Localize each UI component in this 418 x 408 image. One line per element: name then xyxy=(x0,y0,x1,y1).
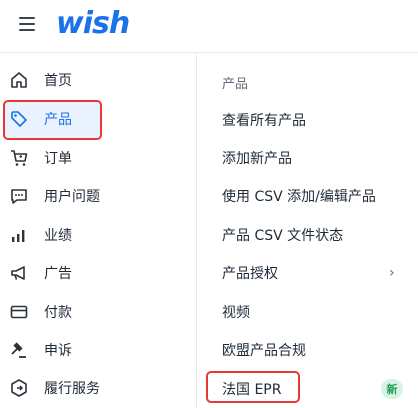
sidebar-item-fulfillment[interactable]: 履行服务 xyxy=(0,369,196,407)
sidebar-item-label: 申诉 xyxy=(44,343,72,359)
sidebar-item-performance[interactable]: 业绩 xyxy=(0,216,196,254)
sidebar-item-customer-issues[interactable]: 用户问题 xyxy=(0,177,196,215)
sidebar-item-label: 首页 xyxy=(44,73,72,89)
submenu-item-csv-add-edit[interactable]: 使用 CSV 添加/编辑产品 xyxy=(222,186,376,206)
sidebar-item-label: 产品 xyxy=(44,112,72,128)
sidebar-item-label: 用户问题 xyxy=(44,189,100,205)
sidebar-item-products[interactable]: 产品 xyxy=(0,100,196,138)
new-badge: 新 xyxy=(381,379,403,399)
credit-card-icon xyxy=(9,302,29,322)
submenu-header: 产品 xyxy=(222,77,249,92)
sidebar-item-label: 订单 xyxy=(44,151,72,167)
fulfillment-icon xyxy=(9,378,29,398)
submenu-item-view-all-products[interactable]: 查看所有产品 xyxy=(222,110,306,130)
sidebar-item-label: 业绩 xyxy=(44,228,72,244)
sidebar-item-label: 付款 xyxy=(44,305,72,321)
submenu-item-eu-compliance[interactable]: 欧盟产品合规 xyxy=(222,340,306,360)
megaphone-icon xyxy=(9,263,29,283)
tag-icon xyxy=(9,109,29,129)
bar-chart-icon xyxy=(9,225,29,245)
gavel-icon xyxy=(9,340,29,360)
chevron-right-icon: › xyxy=(389,265,395,281)
products-submenu: 产品 查看所有产品 添加新产品 使用 CSV 添加/编辑产品 产品 CSV 文件… xyxy=(197,53,418,408)
sidebar-item-home[interactable]: 首页 xyxy=(0,61,196,99)
submenu-item-csv-status[interactable]: 产品 CSV 文件状态 xyxy=(222,225,343,245)
top-header: wish xyxy=(0,0,418,53)
sidebar-item-label: 履行服务 xyxy=(44,381,100,397)
home-icon xyxy=(9,70,29,90)
sidebar-nav: 首页 产品 订单 用户问题 业绩 广告 付款 申诉 履行服务 xyxy=(0,53,197,408)
sidebar-item-label: 广告 xyxy=(44,266,72,282)
sidebar-item-orders[interactable]: 订单 xyxy=(0,139,196,177)
submenu-item-product-authorization[interactable]: 产品授权 xyxy=(222,263,278,283)
cart-icon xyxy=(9,148,29,168)
sidebar-item-ads[interactable]: 广告 xyxy=(0,254,196,292)
sidebar-item-appeals[interactable]: 申诉 xyxy=(0,331,196,369)
submenu-item-add-new-product[interactable]: 添加新产品 xyxy=(222,148,292,168)
wish-logo[interactable]: wish xyxy=(56,6,130,41)
chat-icon xyxy=(9,186,29,206)
submenu-item-france-epr[interactable]: 法国 EPR xyxy=(222,379,281,399)
sidebar-item-payments[interactable]: 付款 xyxy=(0,293,196,331)
submenu-item-videos[interactable]: 视频 xyxy=(222,302,250,322)
menu-icon[interactable] xyxy=(19,17,35,31)
